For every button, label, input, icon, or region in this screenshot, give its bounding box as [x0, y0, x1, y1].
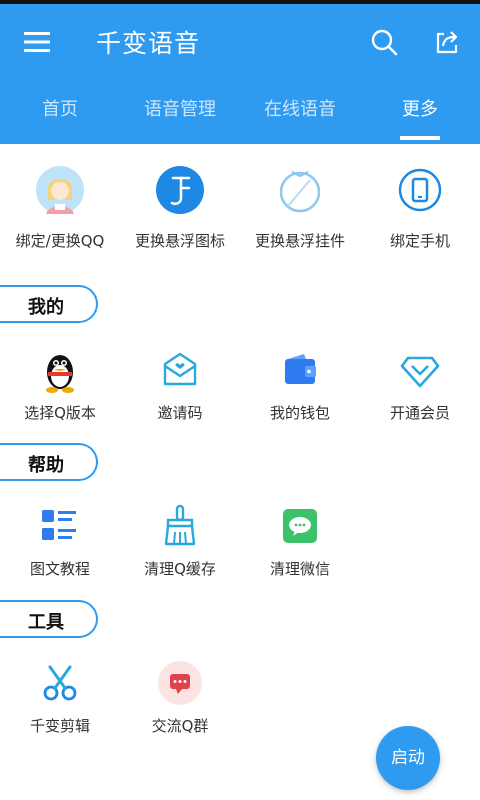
ring-pendant-icon: [279, 171, 321, 213]
section-header-help: 帮助: [0, 443, 98, 481]
broom-icon: [164, 504, 196, 546]
tutorial-list-icon: [42, 510, 76, 540]
share-icon[interactable]: [434, 29, 460, 55]
diamond-icon: [400, 356, 440, 388]
section-header-mine: 我的: [0, 285, 98, 323]
tab-more[interactable]: 更多: [360, 90, 480, 130]
bind-phone-label: 绑定手机: [389, 232, 450, 250]
select-q-version-label: 选择Q版本: [24, 404, 96, 422]
tab-online-voice[interactable]: 在线语音: [240, 90, 360, 130]
invite-code-label: 邀请码: [157, 404, 203, 422]
app-title: 千变语音: [96, 29, 201, 58]
wechat-icon: [283, 509, 317, 543]
section-header-tools: 工具: [0, 600, 98, 638]
phone-icon: [398, 168, 442, 212]
change-float-icon-label: 更换悬浮图标: [134, 232, 225, 250]
qq-group-label: 交流Q群: [151, 717, 209, 735]
search-icon[interactable]: [370, 28, 398, 56]
change-float-pendant-label: 更换悬浮挂件: [254, 232, 345, 250]
section-title-mine: 我的: [28, 297, 64, 318]
music-note-icon: [156, 166, 204, 214]
qianbian-edit-label: 千变剪辑: [29, 717, 90, 735]
open-vip-label: 开通会员: [389, 404, 450, 422]
hamburger-menu-icon[interactable]: [24, 32, 50, 52]
scissors-icon: [43, 665, 77, 701]
tutorial-label: 图文教程: [29, 560, 90, 578]
section-title-tools: 工具: [28, 612, 64, 633]
tab-home[interactable]: 首页: [0, 90, 120, 130]
wallet-icon: [285, 354, 316, 384]
qq-penguin-icon: [46, 355, 74, 393]
section-title-help: 帮助: [28, 455, 64, 476]
tab-voice-management[interactable]: 语音管理: [120, 90, 240, 130]
app-header: 千变语音 首页 语音管理 在线语音 更多: [0, 4, 480, 144]
clear-q-cache-label: 清理Q缓存: [144, 560, 216, 578]
bind-qq-label: 绑定/更换QQ: [15, 232, 105, 250]
start-button[interactable]: 启动: [376, 726, 440, 790]
chat-bubble-icon: [158, 661, 202, 705]
active-tab-indicator: [400, 136, 440, 140]
clear-wechat-label: 清理微信: [269, 560, 330, 578]
invite-envelope-icon: [163, 352, 197, 386]
my-wallet-label: 我的钱包: [269, 404, 330, 422]
qq-avatar-icon: [36, 166, 84, 214]
